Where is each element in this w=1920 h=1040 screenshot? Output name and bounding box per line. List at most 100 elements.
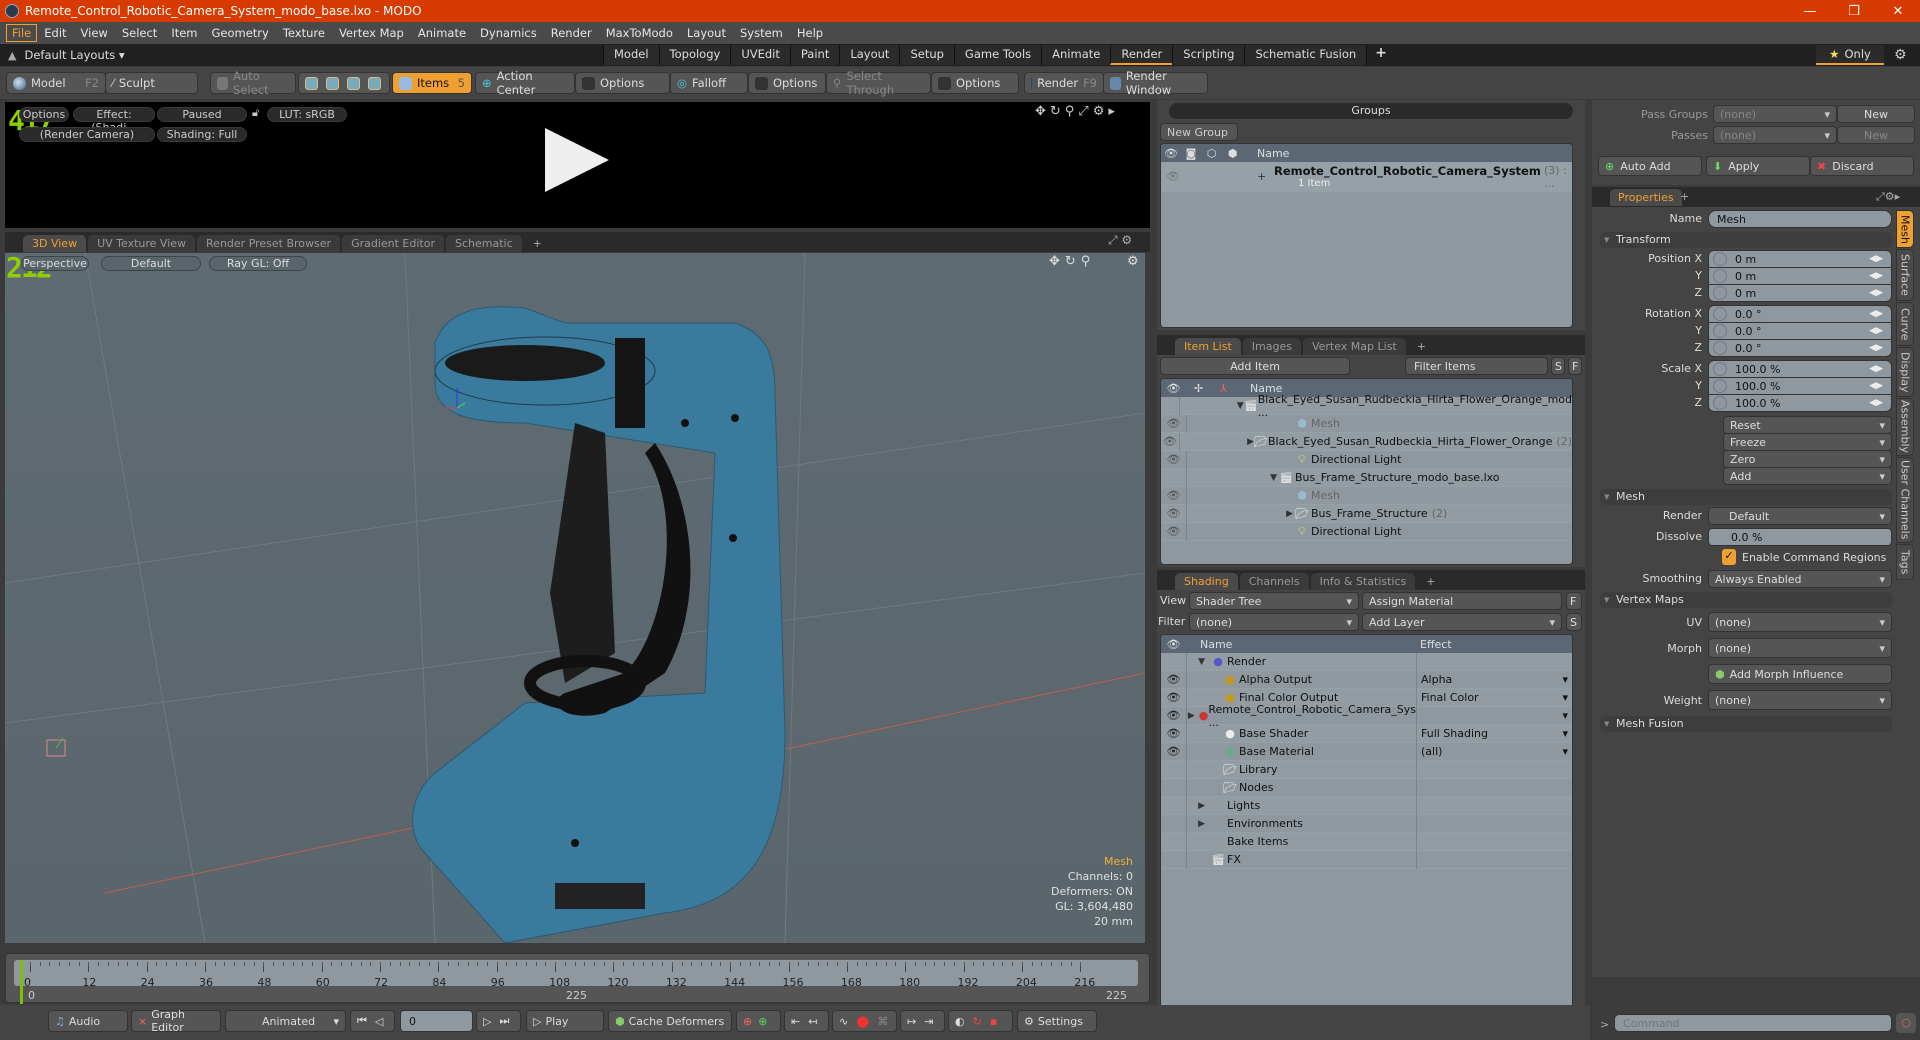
action-center-button[interactable]: ⊕ Action Center bbox=[475, 69, 575, 97]
drag-arrows-icon[interactable]: ◀▶ bbox=[1869, 254, 1883, 264]
effect-dropdown[interactable]: Effect: (Shadi... bbox=[73, 107, 155, 134]
expand-toggle-icon[interactable]: ▼ bbox=[1261, 473, 1277, 483]
expand-toggle-icon[interactable]: ▼ bbox=[1232, 401, 1244, 411]
first-key-icon[interactable]: ⇤ bbox=[791, 1015, 800, 1028]
sculpt-button[interactable]: ⁄ Sculpt bbox=[105, 72, 198, 94]
expand-toggle-icon[interactable]: ▶ bbox=[1261, 509, 1293, 519]
menu-geometry[interactable]: Geometry bbox=[205, 24, 276, 42]
command-input[interactable] bbox=[1614, 1014, 1892, 1032]
lock-icon[interactable]: 🔓︎ bbox=[252, 106, 259, 120]
add-tab-button[interactable]: + bbox=[524, 235, 551, 252]
tab-gradient-editor[interactable]: Gradient Editor bbox=[342, 235, 444, 252]
render-button[interactable]: Render F9 bbox=[1024, 72, 1104, 94]
layout-tab-game-tools[interactable]: Game Tools bbox=[953, 45, 1042, 65]
menu-animate[interactable]: Animate bbox=[411, 24, 473, 42]
smoothing-dropdown[interactable]: Always Enabled bbox=[1708, 570, 1892, 588]
dissolve-input[interactable]: 0.0 % bbox=[1708, 528, 1892, 546]
filter-items-input[interactable]: Filter Items bbox=[1405, 357, 1548, 375]
3d-viewport[interactable]: 212 Perspective Default Ray GL: Off ✥↻⚲ … bbox=[5, 251, 1145, 943]
eye-icon[interactable]: 👁︎ bbox=[1161, 417, 1186, 430]
animated-dropdown[interactable]: Animated ▾ bbox=[225, 1010, 346, 1032]
drag-arrows-icon[interactable]: ◀▶ bbox=[1869, 364, 1883, 374]
drag-arrows-icon[interactable]: ◀▶ bbox=[1869, 309, 1883, 319]
layout-tab-setup[interactable]: Setup bbox=[899, 45, 954, 65]
effect-value[interactable]: Full Shading bbox=[1421, 727, 1488, 740]
add-tab-button[interactable]: + bbox=[1417, 573, 1444, 590]
scale-y-input[interactable]: 100.0 % ◀▶ bbox=[1708, 377, 1892, 395]
add-dropdown[interactable]: Add bbox=[1723, 467, 1892, 485]
shader-tree-row[interactable]: 👁︎ ▶ ● Remote_Control_Robotic_Camera_Sys ..… bbox=[1161, 703, 1572, 729]
item-list-row[interactable]: ▼ 🎬︎ Black_Eyed_Susan_Rudbeckia_Hirta_Flow… bbox=[1161, 393, 1572, 419]
eye-icon[interactable]: 👁︎ bbox=[1161, 435, 1179, 448]
record-macro-icon[interactable]: ○ bbox=[1896, 1013, 1916, 1033]
last-key-icon[interactable]: ⇥ bbox=[924, 1015, 933, 1028]
download-key-icon[interactable]: ⊕ bbox=[758, 1015, 767, 1028]
chevron-down-icon[interactable]: ▾ bbox=[1562, 673, 1568, 686]
layout-tab-model[interactable]: Model bbox=[603, 45, 659, 65]
panel-options-icons[interactable]: ⤢⚙▸ bbox=[1876, 190, 1900, 204]
shader-tree-row[interactable]: ▶ Environments bbox=[1161, 814, 1572, 833]
upload-key-icon[interactable]: ⊕ bbox=[743, 1015, 752, 1028]
morph-dropdown[interactable]: (none) bbox=[1708, 638, 1892, 658]
play-preview-icon[interactable] bbox=[545, 128, 609, 192]
tab-properties[interactable]: Properties bbox=[1610, 189, 1682, 206]
f-button[interactable]: F bbox=[1568, 357, 1582, 375]
item-list-row[interactable]: 👁︎ 💡︎ Directional Light bbox=[1161, 522, 1572, 541]
rotation-y-input[interactable]: 0.0 ° ◀▶ bbox=[1708, 322, 1892, 340]
animate-channel-icon[interactable] bbox=[1713, 324, 1727, 338]
animate-channel-icon[interactable] bbox=[1713, 362, 1727, 376]
enable-command-regions-checkbox[interactable]: ✓ bbox=[1722, 549, 1736, 565]
animate-channel-icon[interactable] bbox=[1713, 379, 1727, 393]
eye-icon[interactable]: 👁︎ bbox=[1161, 453, 1186, 466]
tab-item-list[interactable]: Item List bbox=[1175, 338, 1241, 355]
key-select-icon[interactable]: ◐ bbox=[955, 1015, 965, 1028]
auto-select-button[interactable]: Auto Select bbox=[210, 69, 296, 97]
model-mode-button[interactable]: Model F2 bbox=[6, 72, 106, 94]
item-list-row[interactable]: 👁︎ ▶ 📂︎ Black_Eyed_Susan_Rudbeckia_Hirta_Fl… bbox=[1161, 432, 1572, 451]
new-group-button[interactable]: New Group bbox=[1160, 123, 1238, 141]
menu-render[interactable]: Render bbox=[544, 24, 599, 42]
scale-z-input[interactable]: 100.0 % ◀▶ bbox=[1708, 394, 1892, 412]
paused-button[interactable]: Paused bbox=[157, 107, 247, 122]
side-tab-curve[interactable]: Curve bbox=[1896, 302, 1914, 346]
eye-icon[interactable]: 👁︎ bbox=[1161, 673, 1186, 686]
uv-dropdown[interactable]: (none) bbox=[1708, 612, 1892, 632]
polygons-mode-icon[interactable] bbox=[347, 76, 360, 90]
layout-tab-uvedit[interactable]: UVEdit bbox=[730, 45, 790, 65]
tab-info-statistics[interactable]: Info & Statistics bbox=[1310, 573, 1416, 590]
item-list-row[interactable]: 👁︎ 💡︎ Directional Light bbox=[1161, 450, 1572, 469]
graph-editor-button[interactable]: ⨯ Graph Editor bbox=[131, 1008, 221, 1034]
expand-toggle-icon[interactable]: ▼ bbox=[1187, 657, 1209, 667]
side-tab-display[interactable]: Display bbox=[1896, 347, 1914, 397]
lut-dropdown[interactable]: LUT: sRGB bbox=[267, 107, 347, 122]
layout-tab-topology[interactable]: Topology bbox=[658, 45, 731, 65]
shading-dropdown[interactable]: Shading: Full bbox=[157, 127, 247, 142]
timeline-ruler[interactable]: 0 12 24 36 48 60 72 84 96 108 120 132 144 156 168 180 19… bbox=[14, 960, 1138, 1004]
collapse-icon[interactable]: ▲ bbox=[8, 49, 16, 62]
auto-add-button[interactable]: ⊕ Auto Add bbox=[1598, 156, 1702, 176]
shader-tree-row[interactable]: 👁︎ ● Base Material (all) ▾ bbox=[1161, 742, 1572, 761]
play-button[interactable]: ▷ Play bbox=[526, 1010, 604, 1032]
expand-toggle-icon[interactable]: ▶ bbox=[1187, 819, 1209, 829]
close-button[interactable]: ✕ bbox=[1876, 0, 1920, 22]
chevron-down-icon[interactable]: ▾ bbox=[1562, 691, 1568, 704]
mesh-section[interactable]: Mesh bbox=[1600, 489, 1892, 505]
menu-help[interactable]: Help bbox=[790, 24, 830, 42]
item-list-row[interactable]: 👁︎ ⬢ Mesh bbox=[1161, 486, 1572, 505]
falloff-button[interactable]: ◎ Falloff bbox=[670, 72, 748, 94]
layout-tab-layout[interactable]: Layout bbox=[839, 45, 900, 65]
tab-uv-texture-view[interactable]: UV Texture View bbox=[88, 235, 196, 252]
position-y-input[interactable]: 0 m ◀▶ bbox=[1708, 267, 1892, 285]
layout-tab-schematic-fusion[interactable]: Schematic Fusion bbox=[1244, 45, 1367, 65]
expand-gear-icons[interactable]: ⤢ ⚙ bbox=[1108, 233, 1132, 248]
animate-channel-icon[interactable] bbox=[1713, 396, 1727, 410]
s-button[interactable]: S bbox=[1551, 357, 1565, 375]
eye-icon[interactable]: 👁︎ bbox=[1166, 170, 1180, 183]
side-tab-user-channels[interactable]: User Channels bbox=[1896, 457, 1914, 543]
render-camera-dropdown[interactable]: (Render Camera) bbox=[19, 127, 155, 142]
effect-value[interactable]: (all) bbox=[1421, 745, 1442, 758]
shader-tree-row[interactable]: 📂︎ Nodes bbox=[1161, 778, 1572, 797]
animate-channel-icon[interactable] bbox=[1713, 307, 1727, 321]
add-tab-button[interactable]: + bbox=[1408, 338, 1435, 355]
transform-section[interactable]: Transform bbox=[1600, 232, 1892, 248]
